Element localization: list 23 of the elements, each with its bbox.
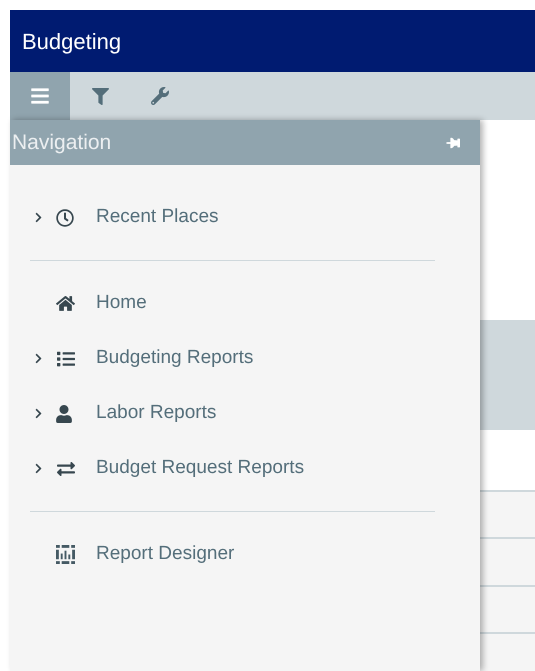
nav-item[interactable]: Labor Reports bbox=[96, 399, 216, 428]
exchange-icon bbox=[56, 460, 76, 478]
panel-title: Navigation bbox=[12, 130, 112, 156]
toolbar-button[interactable] bbox=[10, 72, 70, 120]
chevron-icon[interactable] bbox=[34, 408, 43, 419]
chevron-icon[interactable] bbox=[34, 212, 43, 223]
nav-item[interactable]: Report Designer bbox=[96, 540, 234, 569]
list-icon bbox=[56, 350, 76, 368]
nav-item[interactable]: Budget Request Reports bbox=[96, 454, 304, 483]
window-title: Budgeting bbox=[22, 28, 122, 56]
filter-icon bbox=[92, 88, 108, 104]
nav-item[interactable]: Home bbox=[96, 289, 147, 318]
nav-item[interactable]: Budgeting Reports bbox=[96, 344, 254, 373]
chevron-icon[interactable] bbox=[34, 353, 43, 364]
report-designer-icon bbox=[56, 545, 75, 564]
nav-item[interactable]: Recent Places bbox=[96, 203, 219, 232]
chevron-icon[interactable] bbox=[34, 463, 43, 474]
clock-icon bbox=[56, 208, 74, 226]
user-icon bbox=[56, 404, 72, 422]
menu-icon bbox=[29, 86, 51, 106]
pin-icon[interactable] bbox=[446, 136, 460, 150]
home-icon bbox=[56, 295, 75, 312]
wrench-icon bbox=[151, 87, 169, 105]
